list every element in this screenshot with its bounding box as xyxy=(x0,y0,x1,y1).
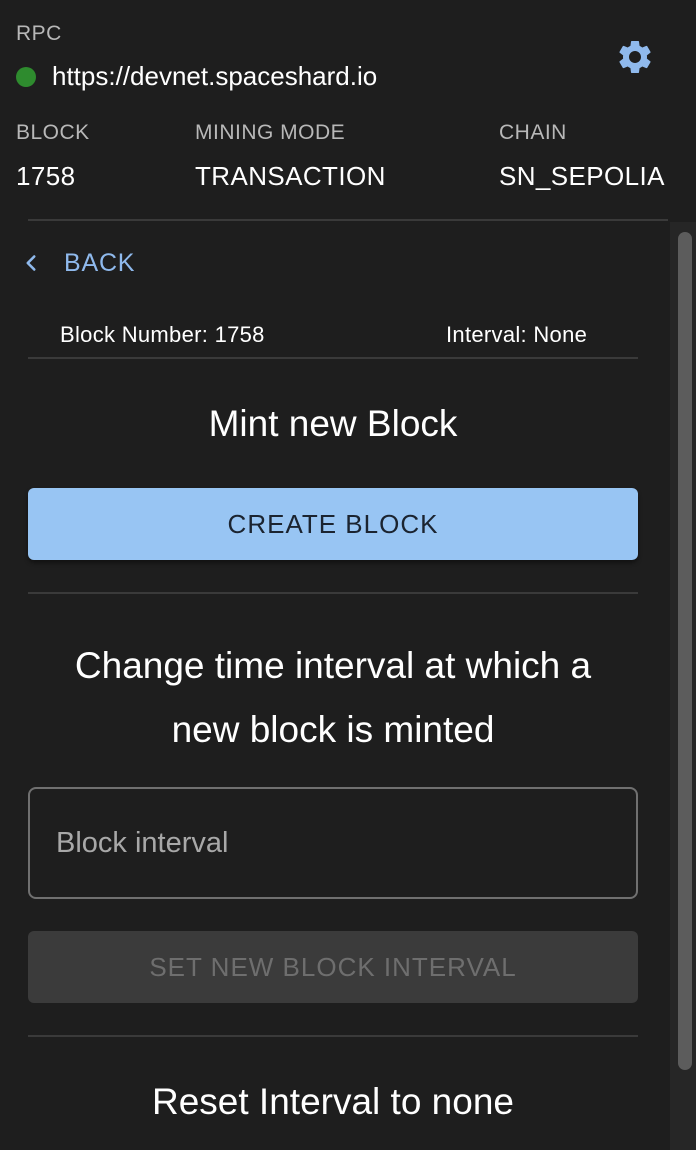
stat-label: MINING MODE xyxy=(195,121,346,144)
block-interval-field[interactable] xyxy=(28,787,638,899)
reset-section-title: Reset Interval to none xyxy=(152,1081,514,1122)
info-divider xyxy=(28,357,638,359)
chevron-left-icon xyxy=(26,255,36,271)
scrollbar-thumb[interactable] xyxy=(678,232,692,1070)
gear-icon[interactable] xyxy=(615,37,655,77)
interval-section-title: Change time interval at which a new bloc… xyxy=(28,634,638,762)
connection-status-indicator xyxy=(16,67,36,87)
stat-value: 1758 xyxy=(16,161,76,191)
header-divider xyxy=(28,219,668,221)
set-block-interval-button[interactable]: SET NEW BLOCK INTERVAL xyxy=(28,931,638,1003)
block-interval-input[interactable] xyxy=(56,789,616,897)
rpc-url: https://devnet.spaceshard.io xyxy=(52,61,378,91)
devnet-panel: RPC https://devnet.spaceshard.io BLOCK 1… xyxy=(0,0,696,1150)
rpc-label: RPC xyxy=(16,22,62,45)
interval-title-line-2: new block is minted xyxy=(171,709,495,750)
stat-block: BLOCK 1758 xyxy=(16,120,90,191)
interval-info: Interval: None xyxy=(446,322,588,347)
interval-divider xyxy=(28,1035,638,1037)
mint-divider xyxy=(28,592,638,594)
create-block-button[interactable]: CREATE BLOCK xyxy=(28,488,638,560)
back-button[interactable]: BACK xyxy=(18,246,135,280)
interval-title-line-1: Change time interval at which a xyxy=(74,645,592,686)
stat-label: BLOCK xyxy=(16,121,90,144)
block-number-info: Block Number: 1758 xyxy=(60,322,265,347)
stat-mining-mode: MINING MODE TRANSACTION xyxy=(195,120,386,191)
stat-chain: CHAIN SN_SEPOLIA xyxy=(499,120,665,191)
mint-section-title: Mint new Block xyxy=(208,403,458,444)
stat-value: TRANSACTION xyxy=(195,161,386,191)
back-label: BACK xyxy=(64,248,136,277)
stat-label: CHAIN xyxy=(499,121,567,144)
stat-value: SN_SEPOLIA xyxy=(499,161,665,191)
